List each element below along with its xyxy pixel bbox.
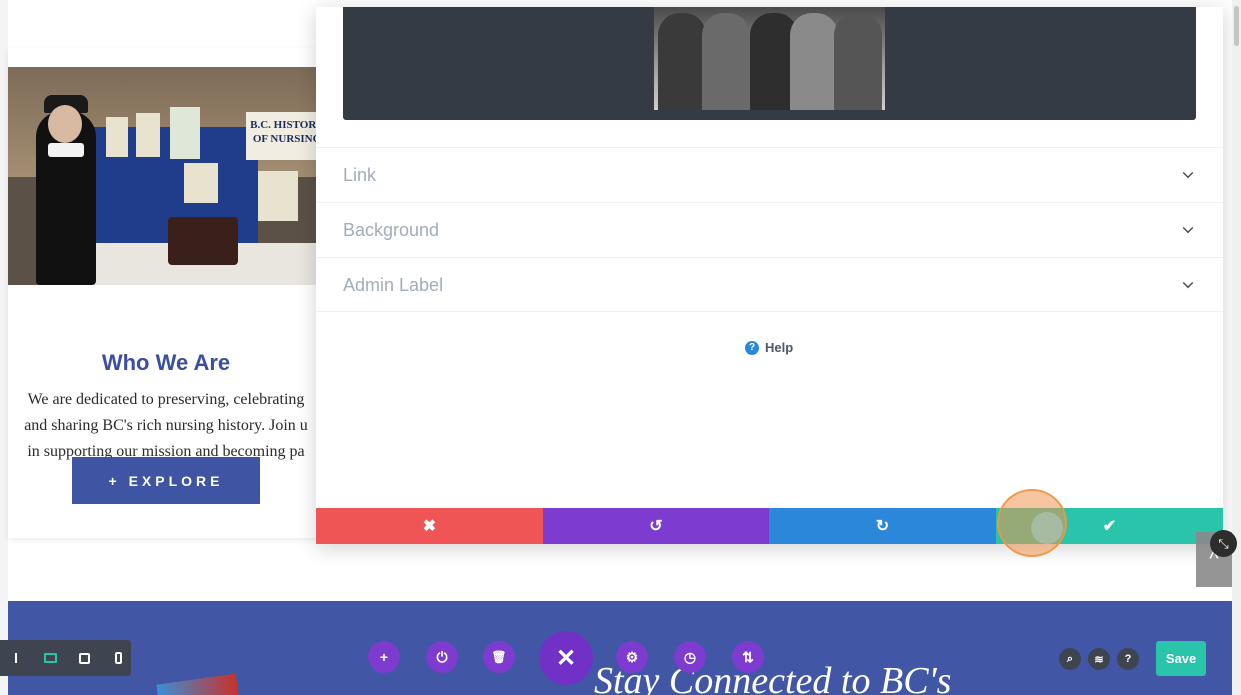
toggle-label: Admin Label	[343, 274, 444, 295]
layers-button[interactable]: ≋	[1088, 648, 1110, 670]
text-line: and sharing BC's rich nursing history. J…	[24, 417, 308, 434]
wireframe-icon	[14, 653, 19, 663]
help-label: Help	[765, 340, 794, 355]
toggle-background[interactable]: Background	[316, 202, 1223, 257]
chevron-down-icon	[1182, 167, 1194, 179]
expand-icon: ⤡	[1218, 535, 1229, 551]
chevron-down-icon	[1182, 277, 1194, 289]
toggle-label: Background	[343, 219, 440, 240]
phone-icon	[114, 652, 122, 664]
help-icon: ?	[745, 340, 759, 355]
scrollbar-thumb[interactable]	[1234, 6, 1239, 46]
close-icon: ✕	[555, 644, 577, 672]
desktop-view-button[interactable]	[38, 644, 64, 672]
text-line: We are dedicated to preserving, celebrat…	[27, 391, 305, 408]
explore-button[interactable]: + EXPLORE	[72, 457, 260, 504]
image-preview	[343, 7, 1196, 120]
scrollbar[interactable]	[1232, 0, 1241, 695]
question-icon: ?	[1124, 653, 1132, 665]
view-mode-bar	[0, 640, 131, 676]
add-module-button[interactable]: +	[368, 641, 400, 673]
clock-icon: ◷	[683, 648, 697, 665]
checkmark-icon: ✔	[1102, 518, 1117, 535]
layers-icon: ≋	[1094, 653, 1104, 666]
cursor-dot	[1031, 512, 1063, 544]
close-builder-button[interactable]: ✕	[539, 631, 593, 685]
undo-icon: ↺	[649, 518, 663, 535]
divider	[316, 311, 1223, 312]
disable-button[interactable]: ⏻	[426, 641, 458, 673]
portability-button[interactable]: ⇅	[732, 641, 764, 673]
chevron-down-icon	[1182, 222, 1194, 234]
sort-arrows-icon: ⇅	[742, 648, 754, 665]
help-link[interactable]: ? Help	[745, 340, 793, 355]
redo-icon: ↻	[875, 518, 890, 535]
who-we-are-card: B.C. HISTORY OF NURSING Who We Are We ar…	[8, 48, 328, 538]
help-button[interactable]: ?	[1117, 648, 1139, 670]
find-replace-button[interactable]: ⌕	[1059, 648, 1081, 670]
who-we-are-heading: Who We Are	[101, 350, 231, 375]
page-settings-button[interactable]: ⚙	[616, 641, 648, 673]
module-settings-modal: Link Background Admin Label ? Help ✖ ↺ ↻…	[316, 7, 1223, 544]
modal-action-bar: ✖ ↺ ↻ ✔	[316, 508, 1223, 544]
discard-button[interactable]: ✖	[316, 508, 543, 544]
clear-layout-button[interactable]: 🗑	[483, 641, 515, 673]
close-icon: ✖	[422, 518, 437, 535]
redo-button[interactable]: ↻	[769, 508, 996, 544]
book-image	[156, 673, 240, 695]
nursing-history-photo: B.C. HISTORY OF NURSING	[8, 67, 328, 285]
stay-connected-heading: Stay Connected to BC's	[594, 660, 952, 695]
tablet-icon	[78, 652, 90, 664]
gear-icon: ⚙	[625, 648, 639, 665]
power-icon: ⏻	[436, 648, 448, 665]
top-strip	[8, 0, 328, 48]
resize-modal-button[interactable]: ⤡	[1210, 530, 1237, 557]
toggle-admin-label[interactable]: Admin Label	[316, 257, 1223, 312]
toggle-link[interactable]: Link	[316, 147, 1223, 202]
undo-button[interactable]: ↺	[543, 508, 769, 544]
history-button[interactable]: ◷	[674, 641, 706, 673]
phone-view-button[interactable]	[105, 644, 131, 672]
toggle-label: Link	[343, 164, 377, 185]
trash-icon: 🗑	[491, 650, 507, 664]
plus-icon: +	[379, 649, 389, 665]
search-icon: ⌕	[1066, 652, 1074, 665]
save-button[interactable]: Save	[1156, 641, 1206, 676]
preview-photo	[654, 7, 885, 110]
wireframe-view-button[interactable]	[4, 644, 30, 672]
desktop-icon	[44, 653, 58, 663]
tablet-view-button[interactable]	[72, 644, 98, 672]
